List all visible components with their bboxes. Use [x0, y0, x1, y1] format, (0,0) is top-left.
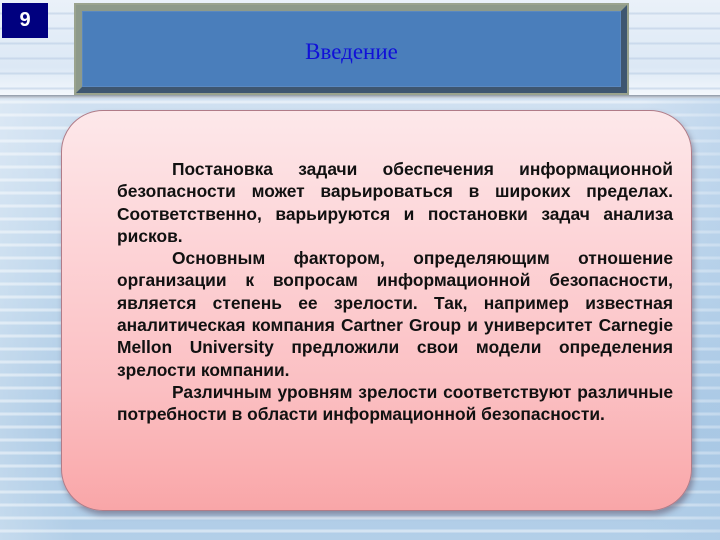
- title-box: Введение: [74, 3, 629, 95]
- paragraph-maturity-levels: Различным уровням зрелости соответствуют…: [117, 381, 673, 425]
- header-divider: [0, 95, 720, 99]
- paragraph-task-statement: Постановка задачи обеспечения информацио…: [117, 159, 673, 246]
- content-card: Постановка задачи обеспечения информацио…: [61, 110, 692, 511]
- content-text: Постановка задачи обеспечения информацио…: [117, 158, 673, 426]
- paragraph-maturity-factor: Основным фактором, определяющим отношени…: [117, 248, 673, 380]
- slide-title: Введение: [305, 39, 398, 64]
- slide-number-badge: 9: [2, 3, 48, 38]
